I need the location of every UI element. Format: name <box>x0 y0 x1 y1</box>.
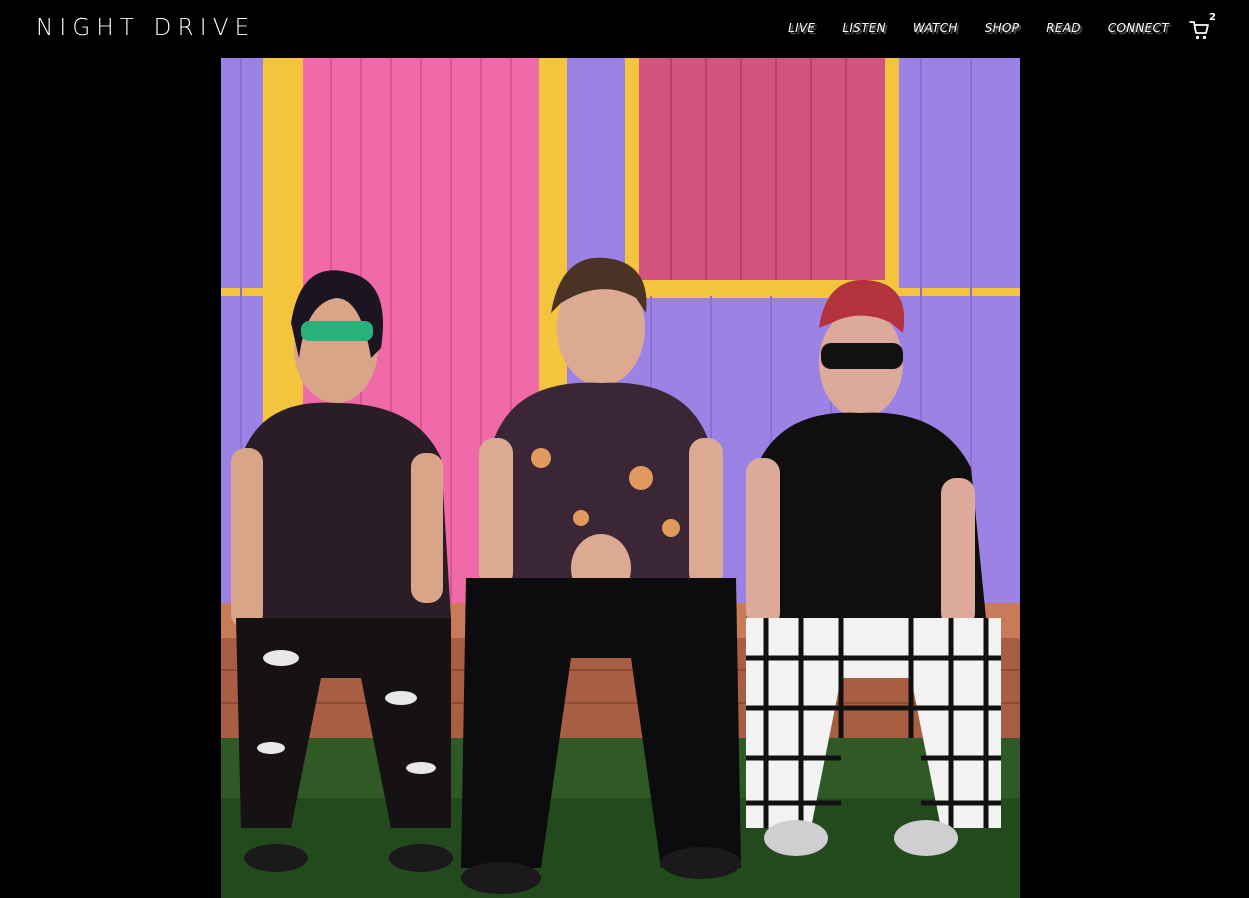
band-photo <box>221 58 1020 898</box>
nav-item-connect[interactable]: CONNECT <box>1108 18 1169 38</box>
cart-count-badge: 2 <box>1209 12 1216 23</box>
nav-item-watch[interactable]: WATCH <box>913 18 958 38</box>
nav-item-shop[interactable]: SHOP <box>985 18 1020 38</box>
nav-item-live[interactable]: LIVE <box>788 18 815 38</box>
nav-item-read[interactable]: READ <box>1046 18 1081 38</box>
cart-button[interactable]: 2 <box>1188 12 1218 44</box>
main-nav: LIVE LISTEN WATCH SHOP READ CONNECT <box>761 18 1169 38</box>
site-logo[interactable]: NIGHT DRIVE <box>36 14 255 42</box>
site-header: NIGHT DRIVE LIVE LISTEN WATCH SHOP READ … <box>0 0 1249 58</box>
band-photo-illustration <box>221 58 1020 898</box>
nav-item-listen[interactable]: LISTEN <box>842 18 886 38</box>
